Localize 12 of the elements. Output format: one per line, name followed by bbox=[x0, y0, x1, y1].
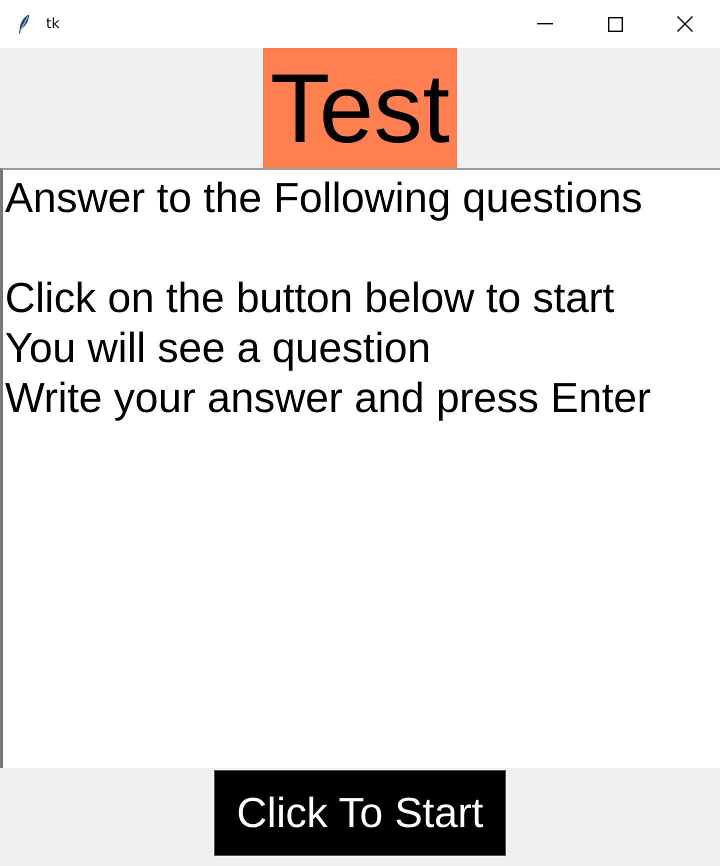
heading-label: Test bbox=[263, 48, 457, 168]
minimize-icon bbox=[537, 23, 553, 25]
maximize-icon bbox=[608, 16, 622, 32]
window-title: tk bbox=[46, 16, 60, 32]
text-line: Click on the button below to start bbox=[5, 273, 614, 323]
feather-icon bbox=[18, 14, 30, 34]
text-line: You will see a question bbox=[5, 323, 431, 373]
text-line: Answer to the Following questions bbox=[5, 173, 642, 223]
text-area[interactable]: Answer to the Following questions Click on the button below to start You will see a question Write your answer and press Enter bbox=[0, 168, 720, 768]
start-button[interactable]: Click To Start bbox=[214, 770, 506, 856]
close-icon bbox=[677, 16, 693, 32]
text-line: Write your answer and press Enter bbox=[5, 373, 651, 423]
